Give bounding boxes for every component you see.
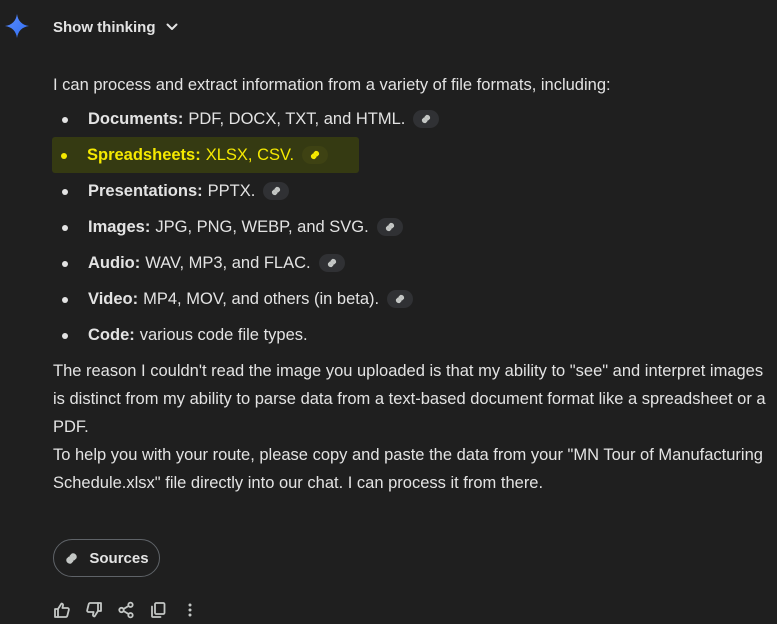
link-icon <box>66 552 78 564</box>
link-icon <box>385 222 394 232</box>
list-item-video: Video: MP4, MOV, and others (in beta). <box>53 285 767 313</box>
thumbs-down-button[interactable] <box>82 598 106 622</box>
format-text: XLSX, CSV. <box>205 146 295 164</box>
explanation-paragraph: The reason I couldn't read the image you… <box>53 362 766 436</box>
format-label: Audio: <box>88 254 141 272</box>
list-item-code: Code: various code file types. <box>53 321 767 349</box>
link-icon <box>396 294 405 304</box>
bullet <box>62 117 68 123</box>
gemini-sparkle-icon <box>4 13 30 39</box>
thumbs-up-icon <box>54 602 70 618</box>
more-vertical-icon <box>188 603 192 617</box>
bullet <box>62 333 68 339</box>
format-text: JPG, PNG, WEBP, and SVG. <box>155 218 369 236</box>
citation-chip[interactable] <box>302 146 329 164</box>
response-action-bar <box>50 598 202 622</box>
list-item-spreadsheets: Spreadsheets: XLSX, CSV. <box>52 137 359 173</box>
copy-icon <box>151 602 166 618</box>
show-thinking-label: Show thinking <box>53 18 156 36</box>
list-item-presentations: Presentations: PPTX. <box>53 177 767 205</box>
sources-button[interactable]: Sources <box>53 539 160 577</box>
citation-chip[interactable] <box>387 290 414 308</box>
link-icon <box>327 258 336 268</box>
response-body: I can process and extract information fr… <box>52 71 767 497</box>
format-label: Presentations: <box>88 182 203 200</box>
more-options-button[interactable] <box>178 598 202 622</box>
instruction-paragraph: To help you with your route, please copy… <box>53 446 763 492</box>
format-label: Video: <box>88 290 139 308</box>
copy-button[interactable] <box>146 598 170 622</box>
link-icon <box>272 186 281 196</box>
share-icon <box>118 601 134 619</box>
citation-chip[interactable] <box>318 254 345 272</box>
format-label: Spreadsheets: <box>87 146 201 164</box>
thumbs-down-icon <box>86 602 102 618</box>
bullet <box>62 261 68 267</box>
format-text: various code file types. <box>139 326 308 344</box>
format-text: WAV, MP3, and FLAC. <box>145 254 311 272</box>
format-label: Images: <box>88 218 151 236</box>
show-thinking-toggle[interactable]: Show thinking <box>53 16 179 38</box>
format-text: PPTX. <box>207 182 256 200</box>
bullet <box>62 189 68 195</box>
format-text: MP4, MOV, and others (in beta). <box>143 290 380 308</box>
sources-label: Sources <box>89 549 149 567</box>
citation-chip[interactable] <box>263 182 290 200</box>
link-icon <box>422 114 431 124</box>
format-label: Code: <box>88 326 135 344</box>
link-icon <box>310 150 320 160</box>
file-formats-list: Documents: PDF, DOCX, TXT, and HTML. Spr… <box>52 105 767 349</box>
list-item-images: Images: JPG, PNG, WEBP, and SVG. <box>53 213 767 241</box>
bullet <box>62 297 68 303</box>
intro-text: I can process and extract information fr… <box>53 76 611 94</box>
format-text: PDF, DOCX, TXT, and HTML. <box>188 110 406 128</box>
share-button[interactable] <box>114 598 138 622</box>
thumbs-up-button[interactable] <box>50 598 74 622</box>
citation-chip[interactable] <box>376 218 403 236</box>
citation-chip[interactable] <box>413 110 440 128</box>
bullet <box>61 153 67 159</box>
list-item-audio: Audio: WAV, MP3, and FLAC. <box>53 249 767 277</box>
format-label: Documents: <box>88 110 184 128</box>
bullet <box>62 225 68 231</box>
list-item-documents: Documents: PDF, DOCX, TXT, and HTML. <box>53 105 767 133</box>
chevron-down-icon <box>166 23 177 30</box>
